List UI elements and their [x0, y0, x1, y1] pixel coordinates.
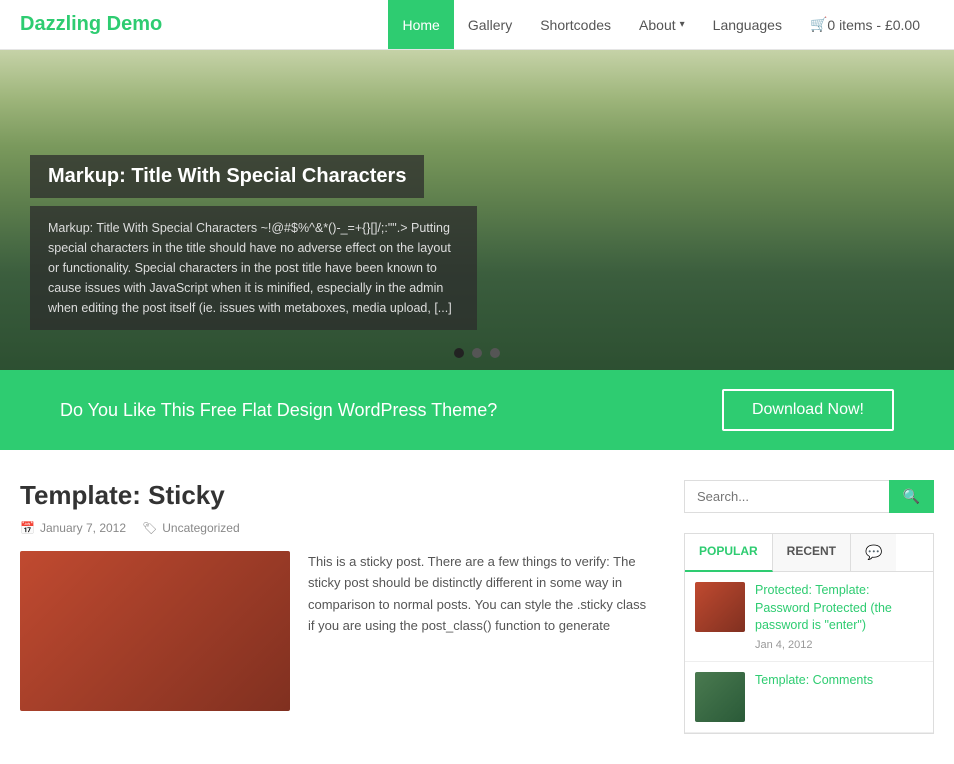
post-title: Template: Sticky: [20, 480, 654, 511]
nav-item-gallery[interactable]: Gallery: [454, 0, 526, 49]
tab-item-text-1: Protected: Template: Password Protected …: [755, 582, 923, 651]
dot-1[interactable]: [454, 348, 464, 358]
download-button[interactable]: Download Now!: [722, 389, 894, 431]
cta-banner: Do You Like This Free Flat Design WordPr…: [0, 370, 954, 450]
tab-item-1: Protected: Template: Password Protected …: [685, 572, 933, 662]
main-content: Template: Sticky 📅 January 7, 2012 🏷 Unc…: [20, 480, 654, 734]
hero-excerpt: Markup: Title With Special Characters ~!…: [30, 206, 477, 330]
post-thumbnail: [20, 551, 290, 711]
hero-section: Markup: Title With Special Characters Ma…: [0, 50, 954, 370]
content-area: Template: Sticky 📅 January 7, 2012 🏷 Unc…: [0, 450, 954, 764]
dot-2[interactable]: [472, 348, 482, 358]
tab-popular[interactable]: POPULAR: [685, 534, 773, 572]
hero-content: Markup: Title With Special Characters Ma…: [30, 155, 477, 330]
search-icon: 🔍: [903, 488, 920, 504]
brand-logo[interactable]: Dazzling Demo: [20, 13, 388, 36]
chevron-down-icon: ▾: [680, 19, 685, 30]
search-input[interactable]: [684, 480, 889, 513]
tab-item-title-2[interactable]: Template: Comments: [755, 672, 873, 690]
tab-item-2: Template: Comments: [685, 662, 933, 733]
dot-3[interactable]: [490, 348, 500, 358]
nav-item-about[interactable]: About ▾: [625, 0, 699, 49]
navbar: Dazzling Demo Home Gallery Shortcodes Ab…: [0, 0, 954, 50]
cart-button[interactable]: 🛒 0 items - £0.00: [796, 16, 934, 33]
comment-icon: 💬: [865, 544, 882, 560]
hero-title: Markup: Title With Special Characters: [48, 165, 406, 188]
search-box: 🔍: [684, 480, 934, 513]
tab-item-title-1[interactable]: Protected: Template: Password Protected …: [755, 582, 923, 635]
tabs-header: POPULAR RECENT 💬: [685, 534, 933, 572]
nav-menu: Home Gallery Shortcodes About ▾ Language…: [388, 0, 795, 49]
nav-item-home[interactable]: Home: [388, 0, 453, 49]
calendar-icon: 📅: [20, 521, 35, 535]
nav-item-languages[interactable]: Languages: [699, 0, 796, 49]
nav-item-shortcodes[interactable]: Shortcodes: [526, 0, 625, 49]
hero-title-box: Markup: Title With Special Characters: [30, 155, 424, 198]
tab-comments-icon[interactable]: 💬: [851, 534, 896, 571]
tabs-container: POPULAR RECENT 💬 Protected: Template: Pa…: [684, 533, 934, 734]
tab-item-thumb-2: [695, 672, 745, 722]
search-button[interactable]: 🔍: [889, 480, 934, 513]
cart-icon: 🛒: [810, 16, 827, 33]
sidebar: 🔍 POPULAR RECENT 💬 Protected: Te: [684, 480, 934, 734]
hero-dots: [454, 348, 500, 358]
post-category: 🏷 Uncategorized: [142, 521, 240, 535]
post-meta: 📅 January 7, 2012 🏷 Uncategorized: [20, 521, 654, 535]
tab-recent[interactable]: RECENT: [773, 534, 851, 571]
cta-text: Do You Like This Free Flat Design WordPr…: [60, 400, 497, 421]
tab-item-date-1: Jan 4, 2012: [755, 639, 923, 651]
folder-icon: 🏷: [142, 521, 157, 535]
post-body: This is a sticky post. There are a few t…: [20, 551, 654, 719]
tabs-content: Protected: Template: Password Protected …: [685, 572, 933, 733]
tab-item-text-2: Template: Comments: [755, 672, 873, 694]
tab-item-thumb-1: [695, 582, 745, 632]
post-date: 📅 January 7, 2012: [20, 521, 126, 535]
